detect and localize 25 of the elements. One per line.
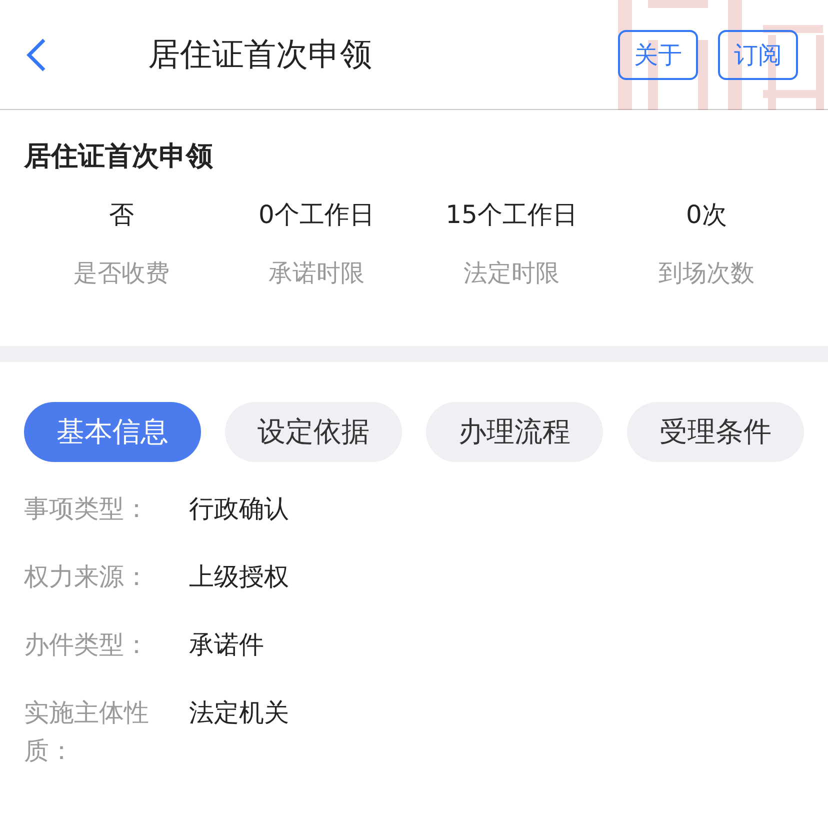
field-value: 法定机关 xyxy=(189,697,290,729)
stat-label: 承诺时限 xyxy=(268,258,364,289)
item-title: 居住证首次申领 xyxy=(24,140,214,174)
about-button[interactable]: 关于 xyxy=(618,30,698,80)
field-value: 承诺件 xyxy=(189,629,265,661)
stat-value: 15个工作日 xyxy=(446,199,578,231)
stat-value: 0次 xyxy=(686,199,727,231)
page-title: 居住证首次申领 xyxy=(148,34,373,74)
tab[interactable]: 设定依据 xyxy=(225,402,402,462)
stat-label: 是否收费 xyxy=(74,258,170,289)
stat-label: 法定时限 xyxy=(464,258,560,289)
field-value: 上级授权 xyxy=(189,561,290,593)
back-icon[interactable] xyxy=(24,36,48,72)
field-label: 实施主体性质： xyxy=(24,697,150,767)
stat-value: 否 xyxy=(109,199,134,231)
stat-value: 0个工作日 xyxy=(258,199,374,231)
subscribe-button[interactable]: 订阅 xyxy=(718,30,798,80)
field-label: 权力来源： xyxy=(24,561,150,593)
tab[interactable]: 受理条件 xyxy=(627,402,804,462)
stat-label: 到场次数 xyxy=(658,258,754,289)
tab[interactable]: 办理流程 xyxy=(426,402,603,462)
field-label: 办件类型： xyxy=(24,629,150,661)
field-label: 事项类型： xyxy=(24,493,150,525)
field-value: 行政确认 xyxy=(189,493,290,525)
tab[interactable]: 基本信息 xyxy=(24,402,201,462)
